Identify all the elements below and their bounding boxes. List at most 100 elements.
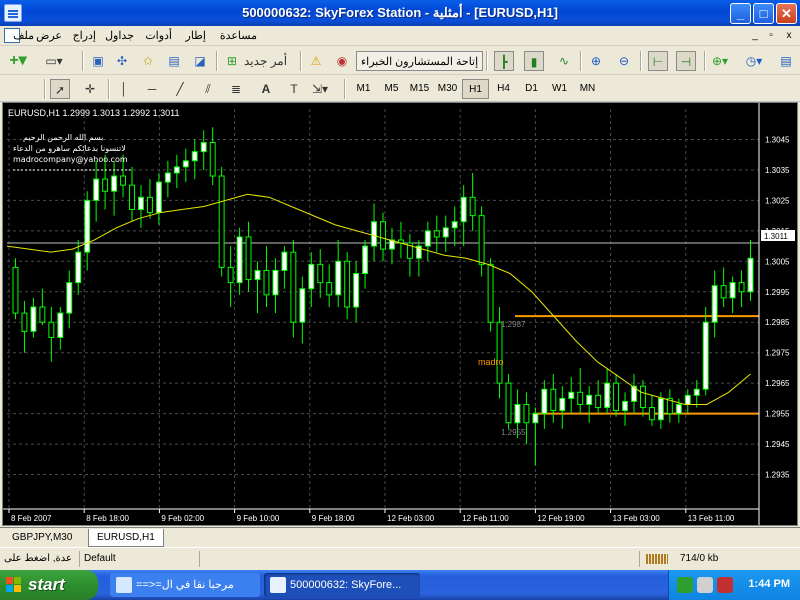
price-chart[interactable]: 1.30451.30351.30251.30151.30051.29951.29…	[3, 103, 797, 525]
expert-advisors-button[interactable]: إتاحة المستشارون الخبراء	[356, 51, 484, 71]
chart-grid	[7, 109, 759, 509]
candle-body	[254, 269, 261, 281]
horizontal-line-icon[interactable]: ─	[142, 79, 162, 99]
candle-body	[57, 312, 64, 338]
zoom-out-icon[interactable]: ⊖	[614, 51, 634, 71]
channel-icon[interactable]: ⫽	[198, 79, 218, 99]
time-tick-label: 8 Feb 18:00	[86, 514, 129, 523]
new-chart-icon[interactable]: +▾	[8, 51, 28, 71]
current-price-label: 1.3011	[764, 232, 788, 241]
child-close-button[interactable]: x	[782, 29, 796, 43]
candle-body	[236, 236, 243, 284]
navigator-icon[interactable]: ✣	[112, 51, 132, 71]
terminal-icon[interactable]: ▤	[164, 51, 184, 71]
candle-body	[111, 175, 118, 192]
timeframe-h1[interactable]: H1	[462, 79, 489, 99]
close-button[interactable]: ✕	[776, 3, 797, 24]
candle-body	[344, 260, 351, 308]
periods-icon[interactable]: ◷▾	[744, 51, 764, 71]
child-restore-button[interactable]: ▫	[764, 29, 778, 43]
vertical-line-icon[interactable]: │	[114, 79, 134, 99]
market-watch-icon[interactable]: ▣	[88, 51, 108, 71]
arrows-icon[interactable]: ⇲▾	[310, 79, 330, 99]
tray-volume-icon[interactable]	[697, 577, 713, 593]
menu-help[interactable]: مساعدة	[220, 29, 257, 42]
autoscroll-icon[interactable]: ⊢	[648, 51, 668, 71]
maximize-button[interactable]: □	[753, 3, 774, 24]
fibonacci-icon[interactable]: ≣	[226, 79, 246, 99]
cursor-icon[interactable]: ➚	[50, 79, 70, 99]
price-tick-label: 1.2965	[765, 379, 790, 388]
time-tick-label: 12 Feb 11:00	[462, 514, 509, 523]
madro-label: madro	[478, 357, 504, 367]
time-tick-label: 13 Feb 03:00	[613, 514, 661, 523]
trendline-icon[interactable]: ╱	[170, 79, 190, 99]
time-axis: 8 Feb 2007 8 Feb 18:00 9 Feb 02:00 9 Feb 10…	[3, 508, 759, 523]
menu-insert[interactable]: إدراج	[73, 29, 96, 42]
price-tick-label: 1.2945	[765, 440, 790, 449]
templates-icon[interactable]: ▤	[776, 51, 796, 71]
child-minimize-button[interactable]: _	[748, 29, 762, 43]
taskbar-skyforex[interactable]: 500000632: SkyFore...	[264, 573, 420, 597]
timeframe-h4[interactable]: H4	[490, 79, 517, 99]
candle-body	[496, 321, 503, 384]
minimize-button[interactable]: _	[730, 3, 751, 24]
candle-body	[353, 272, 360, 308]
favorites-icon[interactable]: ✩	[138, 51, 158, 71]
candle-body	[326, 282, 333, 296]
tester-icon[interactable]: ◪	[190, 51, 210, 71]
timeframe-m30[interactable]: M30	[434, 79, 461, 99]
tab-eurusd[interactable]: EURUSD,H1	[88, 529, 164, 547]
new-order-icon[interactable]: ⊞	[222, 51, 242, 71]
tray-app-icon[interactable]	[717, 577, 733, 593]
tab-gbpjpy[interactable]: GBPJPY,M30	[4, 529, 80, 547]
price-tick-label: 1.3025	[765, 196, 790, 205]
taskbar-browser[interactable]: ==>=مرحبا نقا في ال	[110, 573, 260, 597]
time-tick-label: 12 Feb 03:00	[387, 514, 435, 523]
crosshair-icon[interactable]: ✛	[80, 79, 100, 99]
candlestick-icon[interactable]: ▮	[524, 51, 544, 71]
text-tool-icon[interactable]: A	[256, 79, 276, 99]
candle-body	[30, 306, 37, 332]
menu-file[interactable]: ملف	[13, 29, 34, 42]
profiles-icon[interactable]: ▭▾	[44, 51, 64, 71]
start-button[interactable]: start	[0, 570, 98, 600]
moving-average	[6, 193, 751, 405]
label-tool-icon[interactable]: T	[284, 79, 304, 99]
timeframe-m1[interactable]: M1	[350, 79, 377, 99]
bar-chart-icon[interactable]: ┣	[494, 51, 514, 71]
timeframe-m5[interactable]: M5	[378, 79, 405, 99]
timeframe-w1[interactable]: W1	[546, 79, 573, 99]
chart-shift-icon[interactable]: ⊣	[676, 51, 696, 71]
menu-window[interactable]: إطار	[186, 29, 206, 42]
menu-tools[interactable]: أدوات	[145, 29, 172, 42]
candle-body	[227, 266, 234, 284]
candle-body	[102, 178, 109, 192]
candle-body	[308, 263, 315, 290]
chart-window[interactable]: 1.30451.30351.30251.30151.30051.29951.29…	[2, 102, 798, 526]
candle-body	[738, 282, 745, 293]
menu-view[interactable]: عرض	[36, 29, 62, 42]
candle-body	[155, 181, 162, 214]
zoom-in-icon[interactable]: ⊕	[586, 51, 606, 71]
chart-header: EURUSD,H1 1.2999 1.3013 1.2992 1.3011	[8, 108, 179, 118]
candle-body	[146, 196, 153, 214]
warning-icon[interactable]: ⚠	[306, 51, 326, 71]
timeframe-mn[interactable]: MN	[574, 79, 601, 99]
window-title-bar[interactable]: 500000632: SkyForex Station - أمثلية - […	[0, 0, 800, 26]
timeframe-d1[interactable]: D1	[518, 79, 545, 99]
taskbar-skyforex-label: 500000632: SkyFore...	[290, 579, 402, 591]
timeframe-m15[interactable]: M15	[406, 79, 433, 99]
menu-charts[interactable]: جداول	[105, 29, 134, 42]
skyforex-icon	[270, 577, 286, 593]
candle-body	[711, 285, 718, 323]
candle-body	[84, 199, 91, 253]
tray-network-icon[interactable]	[677, 577, 693, 593]
expert-advisor-icon[interactable]: ◉	[332, 51, 352, 71]
candle-body	[263, 269, 270, 296]
line-chart-icon[interactable]: ∿	[554, 51, 574, 71]
new-order-button[interactable]: أمر جديد	[244, 51, 287, 71]
candle-body	[138, 196, 144, 211]
time-tick-label: 9 Feb 10:00	[237, 514, 280, 523]
indicators-icon[interactable]: ⊕▾	[710, 51, 730, 71]
